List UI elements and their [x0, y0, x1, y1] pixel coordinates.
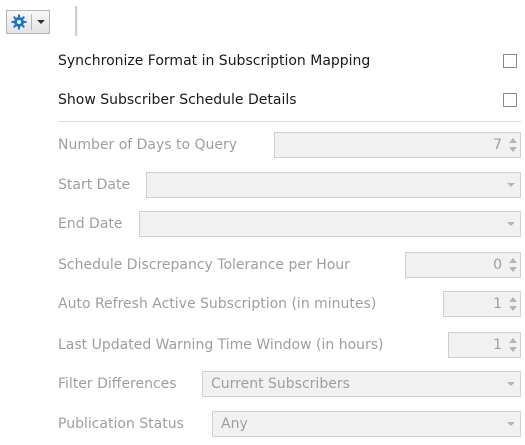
- auto-refresh-spinner[interactable]: 1: [443, 291, 521, 317]
- option-sync-format: Synchronize Format in Subscription Mappi…: [58, 50, 525, 72]
- filter-differences-value: Current Subscribers: [211, 376, 350, 392]
- days-to-query-spinner[interactable]: 7: [274, 132, 521, 158]
- start-date-dropdown[interactable]: [146, 172, 521, 198]
- chevron-down-icon[interactable]: [32, 19, 49, 25]
- spin-buttons[interactable]: [506, 334, 520, 356]
- spin-buttons[interactable]: [506, 293, 520, 315]
- settings-menu-button[interactable]: [6, 10, 50, 34]
- option-show-schedule: Show Subscriber Schedule Details: [58, 89, 525, 111]
- end-date-label: End Date: [58, 216, 123, 232]
- chevron-down-icon[interactable]: [502, 222, 520, 226]
- chevron-down-icon[interactable]: [502, 422, 520, 426]
- warning-window-spinner[interactable]: 1: [448, 332, 521, 358]
- start-date-label: Start Date: [58, 177, 131, 193]
- filter-differences-dropdown[interactable]: Current Subscribers: [202, 371, 521, 397]
- chevron-down-icon[interactable]: [502, 183, 520, 187]
- publication-status-dropdown[interactable]: Any: [212, 411, 521, 437]
- sync-format-label: Synchronize Format in Subscription Mappi…: [58, 53, 371, 69]
- sync-format-checkbox[interactable]: [503, 54, 517, 68]
- auto-refresh-label: Auto Refresh Active Subscription (in min…: [58, 296, 377, 312]
- filter-differences-label: Filter Differences: [58, 376, 177, 392]
- discrepancy-tolerance-value: 0: [493, 257, 502, 273]
- show-schedule-checkbox[interactable]: [503, 93, 517, 107]
- days-to-query-label: Number of Days to Query: [58, 137, 238, 153]
- warning-window-value: 1: [493, 337, 502, 353]
- toolbar: [4, 4, 90, 36]
- spin-buttons[interactable]: [506, 254, 520, 276]
- spin-buttons[interactable]: [506, 134, 520, 156]
- publication-status-value: Any: [221, 416, 248, 432]
- warning-window-label: Last Updated Warning Time Window (in hou…: [58, 337, 384, 353]
- discrepancy-tolerance-spinner[interactable]: 0: [405, 252, 521, 278]
- publication-status-label: Publication Status: [58, 416, 184, 432]
- days-to-query-value: 7: [493, 137, 502, 153]
- chevron-down-icon[interactable]: [502, 382, 520, 386]
- section-divider: [58, 121, 521, 122]
- auto-refresh-value: 1: [493, 296, 502, 312]
- show-schedule-label: Show Subscriber Schedule Details: [58, 92, 297, 108]
- end-date-dropdown[interactable]: [139, 211, 521, 237]
- discrepancy-tolerance-label: Schedule Discrepancy Tolerance per Hour: [58, 257, 350, 273]
- gear-icon: [7, 11, 31, 33]
- toolbar-divider: [75, 6, 78, 36]
